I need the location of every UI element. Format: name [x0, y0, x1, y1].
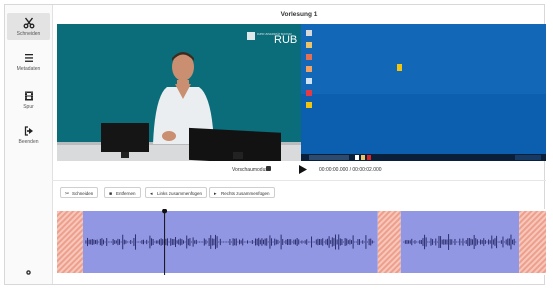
delete-button[interactable]: ■ Entfernen	[104, 187, 141, 198]
time-display: 00:00:00.000 / 00:00:02.000	[319, 167, 382, 173]
deleted-segment[interactable]	[57, 211, 83, 273]
timeline-track[interactable]	[57, 208, 546, 275]
divider	[52, 180, 546, 181]
trash-icon: ■	[109, 191, 113, 197]
list-icon	[24, 54, 33, 62]
play-icon[interactable]	[299, 165, 307, 174]
merge-left-button-label: Links zusammenfügen	[157, 191, 203, 196]
cut-button[interactable]: ✂ Schneiden	[60, 187, 99, 198]
deleted-segment[interactable]	[519, 211, 546, 273]
sidebar-item-label: Metadaten	[16, 66, 41, 72]
logo-text: RUB	[274, 34, 297, 46]
playback-controls: Vorschaumodus 00:00:00.000 / 00:00:02.00…	[52, 163, 546, 177]
timeline[interactable]	[57, 208, 546, 275]
preview-mode-label: Vorschaumodus	[232, 167, 268, 173]
sidebar-item-label: Schneiden	[16, 31, 41, 37]
film-icon	[24, 91, 33, 101]
merge-right-button-label: Rechts zusammenfügen	[221, 191, 270, 196]
sidebar-item-track[interactable]: Spur	[7, 90, 50, 110]
sidebar-item-metadata[interactable]: Metadaten	[7, 52, 50, 72]
scissors-icon	[23, 17, 34, 29]
page-title: Vorlesung 1	[280, 11, 318, 18]
presenter-video[interactable]: RUHR UNIVERSITÄT BOCHUM RUB	[57, 24, 301, 161]
editor-window: Schneiden Metadaten Spur Beenden Vorlesu…	[4, 4, 546, 285]
screen-video[interactable]	[301, 24, 546, 161]
deleted-segment[interactable]	[377, 211, 401, 273]
presenter-scene: RUHR UNIVERSITÄT BOCHUM RUB	[57, 24, 301, 161]
sidebar-item-cut[interactable]: Schneiden	[7, 13, 50, 40]
sidebar-item-finish[interactable]: Beenden	[7, 125, 50, 145]
merge-left-icon: ◂	[150, 191, 153, 197]
merge-right-button[interactable]: ▸ Rechts zusammenfügen	[209, 187, 275, 198]
delete-button-label: Entfernen	[116, 191, 136, 196]
sidebar: Schneiden Metadaten Spur Beenden	[5, 5, 53, 284]
gear-icon[interactable]	[25, 269, 32, 276]
sidebar-item-label: Spur	[23, 104, 34, 110]
cut-button-label: Schneiden	[72, 191, 94, 196]
exit-icon	[24, 126, 33, 136]
desktop-scene	[301, 24, 546, 161]
merge-right-icon: ▸	[214, 191, 217, 197]
scissors-icon: ✂	[65, 191, 70, 197]
preview-mode-toggle[interactable]	[266, 166, 271, 171]
sidebar-item-label: Beenden	[18, 139, 39, 145]
university-seal	[247, 32, 255, 40]
merge-left-button[interactable]: ◂ Links zusammenfügen	[145, 187, 208, 198]
